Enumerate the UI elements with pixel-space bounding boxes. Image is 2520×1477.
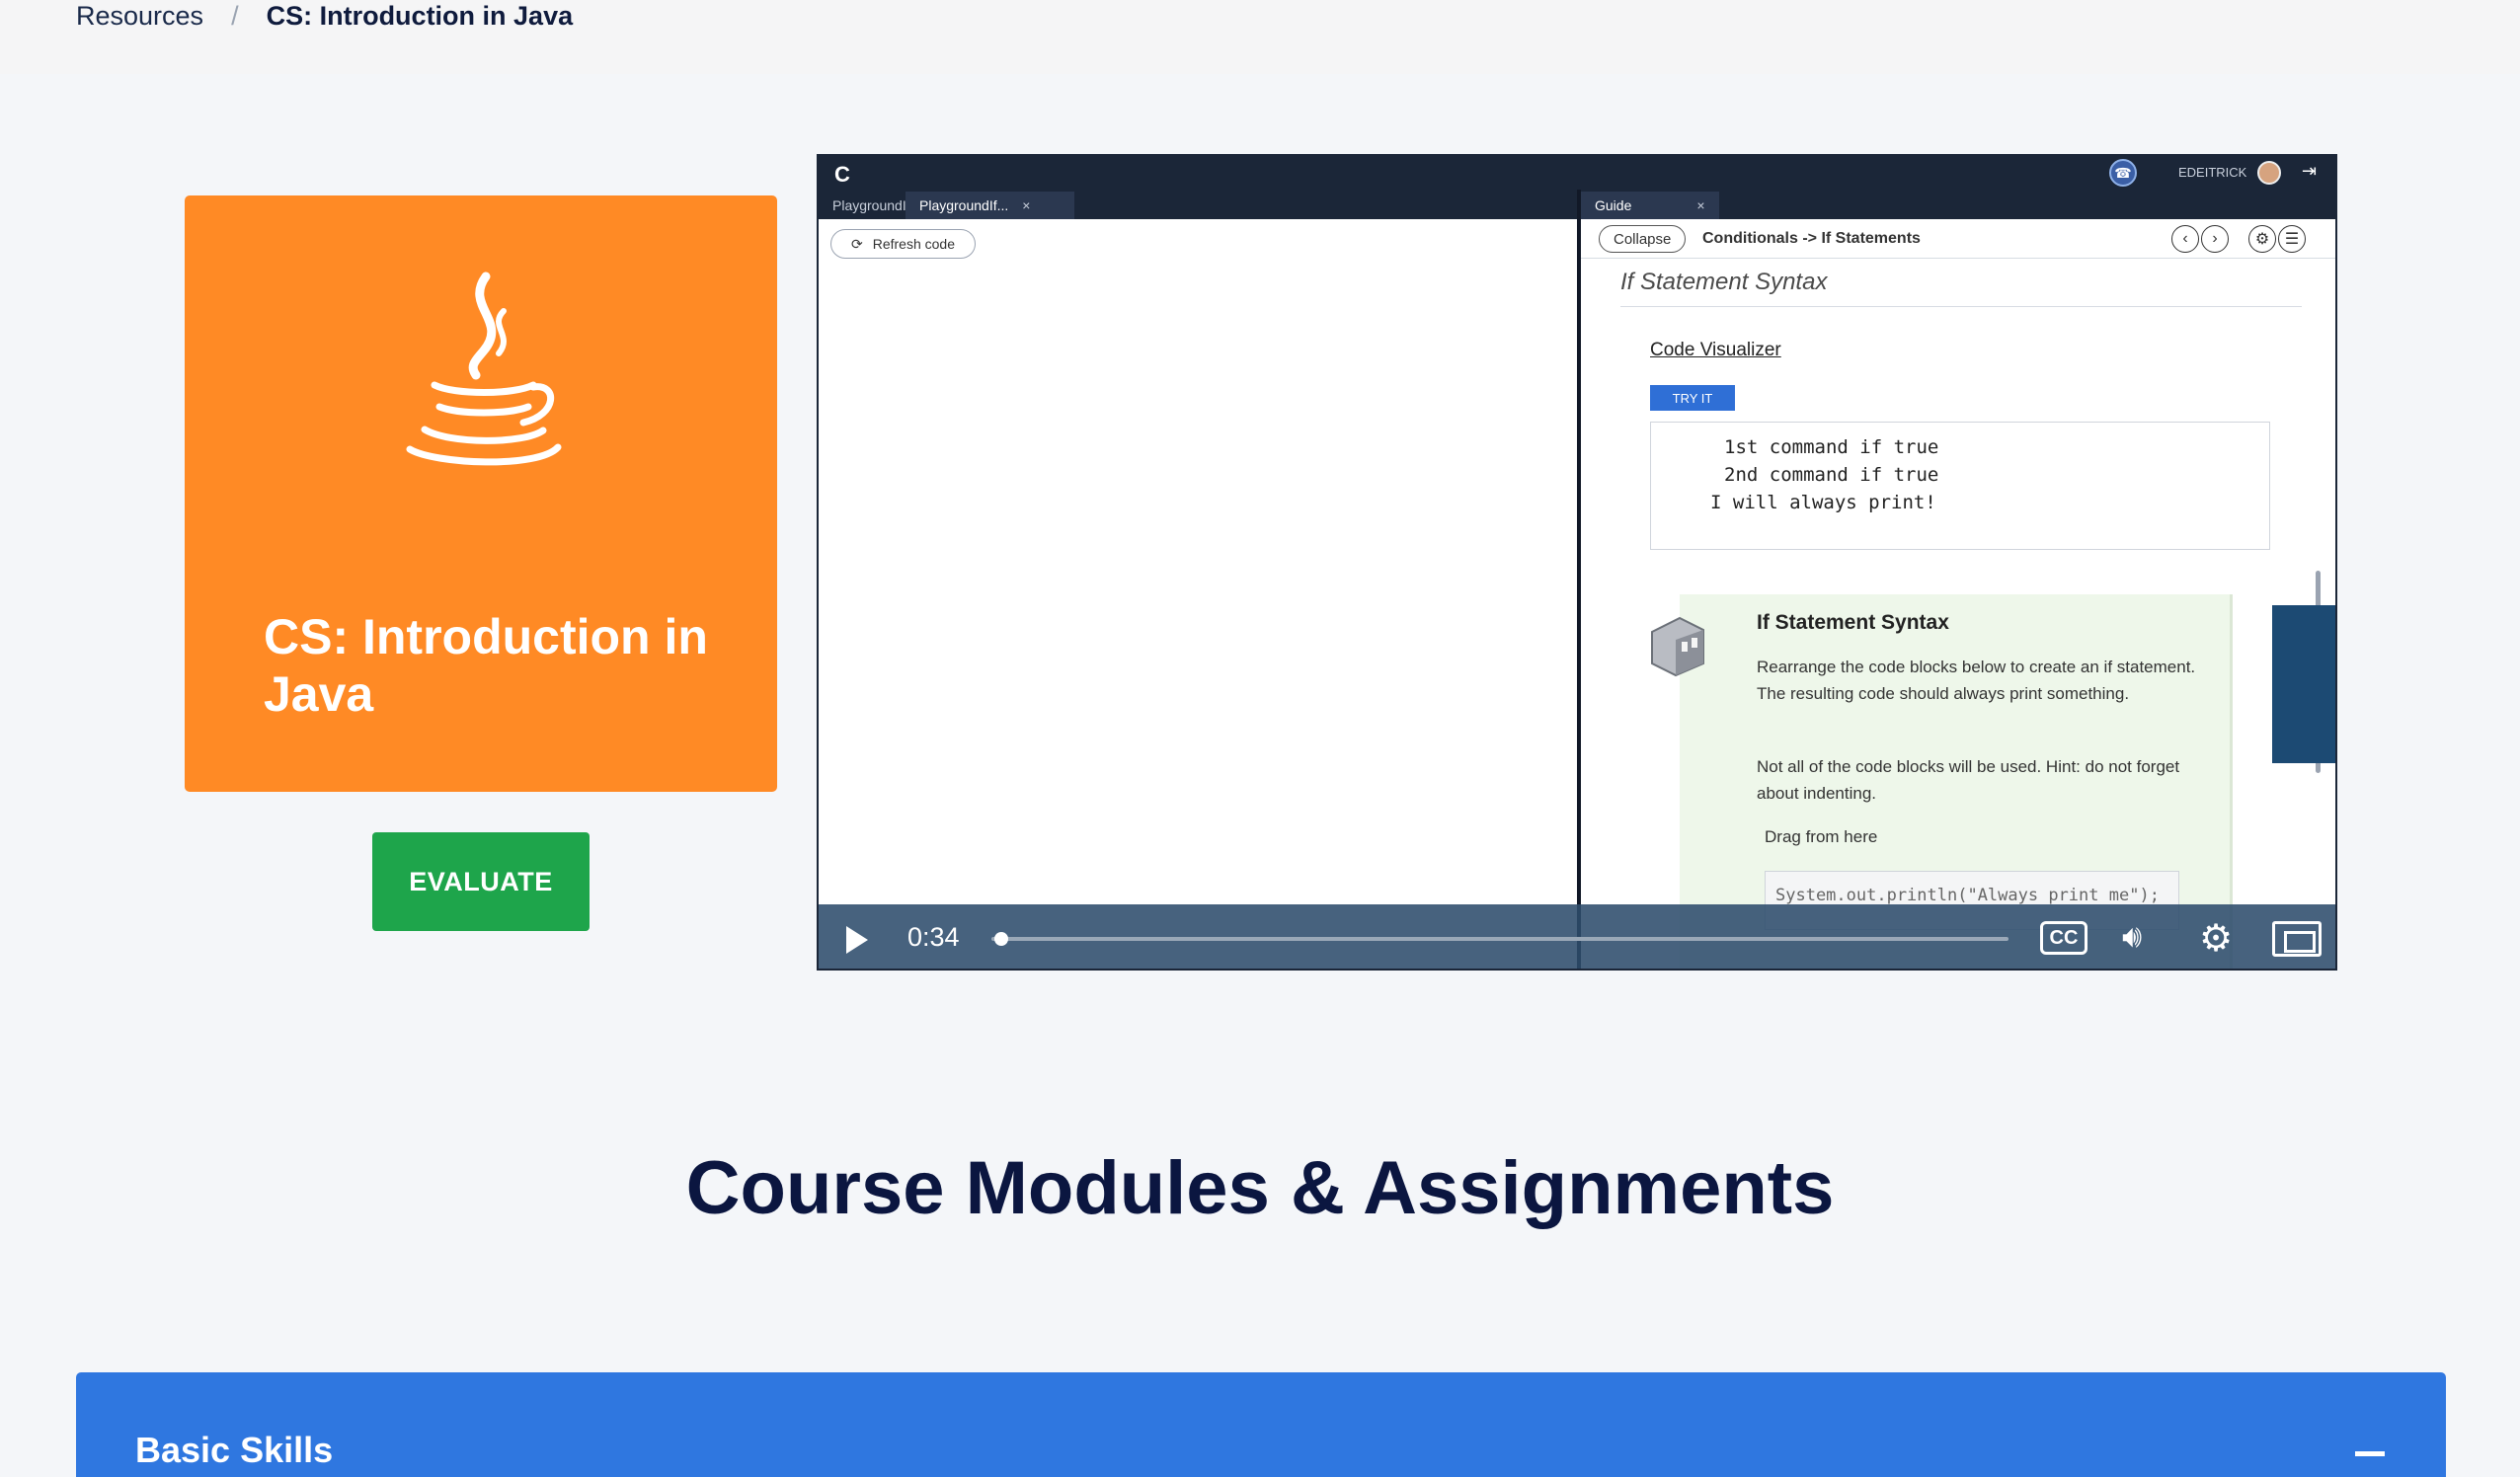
code-block: 1st command if true 2nd command if true … [1650, 422, 2270, 550]
hint-title: If Statement Syntax [1757, 611, 1949, 634]
editor-tab-label: PlaygroundIf... [919, 197, 1009, 213]
breadcrumb: Resources / CS: Introduction in Java [76, 0, 573, 32]
guide-pane: Collapse Conditionals -> If Statements ‹… [1581, 219, 2335, 969]
app-top-bar: C ☎ EDEITRICK ⇥ [819, 156, 2335, 190]
editor-pane: ⟳ Refresh code [819, 219, 1577, 969]
progress-bar[interactable] [991, 937, 2008, 941]
evaluate-button[interactable]: EVALUATE [372, 832, 590, 931]
guide-path: Conditionals -> If Statements [1702, 230, 1921, 247]
collapse-minus-icon[interactable] [2355, 1451, 2385, 1456]
editor-tab-2[interactable]: PlaygroundIf... × [906, 192, 1074, 219]
accordion-title: Basic Skills [135, 1430, 334, 1470]
phone-icon: ☎ [2109, 159, 2137, 187]
breadcrumb-resources-link[interactable]: Resources [76, 1, 203, 32]
fullscreen-icon[interactable] [2272, 921, 2322, 957]
section-heading: If Statement Syntax [1620, 269, 1828, 295]
code-line: 1st command if true [1724, 436, 1939, 458]
settings-gear-icon[interactable]: ⚙ [2199, 916, 2233, 961]
list-icon: ☰ [2278, 225, 2306, 253]
codio-logo-icon: C [834, 162, 850, 187]
guide-toolbar: Collapse Conditionals -> If Statements ‹… [1581, 219, 2335, 259]
code-line: 2nd command if true [1724, 464, 1939, 486]
editor-tabs: PlaygroundIfSy... PlaygroundIf... × [819, 190, 1577, 219]
module-accordion-basic-skills[interactable]: Basic Skills [76, 1372, 2446, 1477]
video-player[interactable]: C ☎ EDEITRICK ⇥ PlaygroundIfSy... Playgr… [817, 154, 2337, 971]
course-tile: CS: Introduction in Java [185, 195, 777, 792]
editor-tab-1[interactable]: PlaygroundIfSy... [819, 192, 937, 219]
heading-divider [1620, 306, 2302, 307]
try-it-button: TRY IT [1650, 385, 1735, 411]
chevron-right-icon: › [2201, 225, 2229, 253]
course-title: CS: Introduction in Java [264, 609, 708, 722]
gear-icon: ⚙ [2248, 225, 2276, 253]
collapse-button: Collapse [1599, 225, 1687, 253]
username: EDEITRICK [2178, 165, 2247, 180]
hint-paragraph: Rearrange the code blocks below to creat… [1757, 658, 2196, 703]
big-play-button[interactable] [2272, 605, 2335, 763]
video-controls: 0:34 CC 🔊︎ ⚙ [819, 904, 2335, 969]
drag-label: Drag from here [1765, 827, 1878, 846]
refresh-code-label: Refresh code [872, 236, 956, 252]
guide-tab: Guide × [1581, 192, 1719, 219]
guide-tabs: Guide × [1581, 190, 2335, 219]
guide-tab-label: Guide [1595, 197, 1632, 213]
top-bar: Resources / CS: Introduction in Java [0, 0, 2520, 74]
breadcrumb-current: CS: Introduction in Java [266, 0, 574, 31]
hint-paragraph: Not all of the code blocks will be used.… [1757, 757, 2180, 803]
volume-icon[interactable]: 🔊︎ [2122, 918, 2142, 956]
refresh-icon: ⟳ [851, 235, 863, 252]
close-icon: × [1696, 197, 1705, 213]
robot-icon [1651, 616, 1704, 677]
refresh-code-button: ⟳ Refresh code [830, 229, 977, 259]
captions-button[interactable]: CC [2040, 921, 2087, 955]
logout-icon: ⇥ [2302, 161, 2318, 181]
play-button[interactable] [846, 926, 868, 954]
code-visualizer-link: Code Visualizer [1650, 340, 1781, 360]
progress-thumb[interactable] [994, 932, 1009, 946]
avatar [2257, 161, 2281, 185]
chevron-left-icon: ‹ [2171, 225, 2199, 253]
close-icon: × [1022, 197, 1031, 213]
code-line: I will always print! [1710, 492, 1936, 513]
modules-heading: Course Modules & Assignments [685, 1146, 1835, 1230]
java-coffee-cup-icon [406, 272, 562, 466]
breadcrumb-separator: / [231, 0, 239, 31]
current-time: 0:34 [907, 922, 960, 952]
